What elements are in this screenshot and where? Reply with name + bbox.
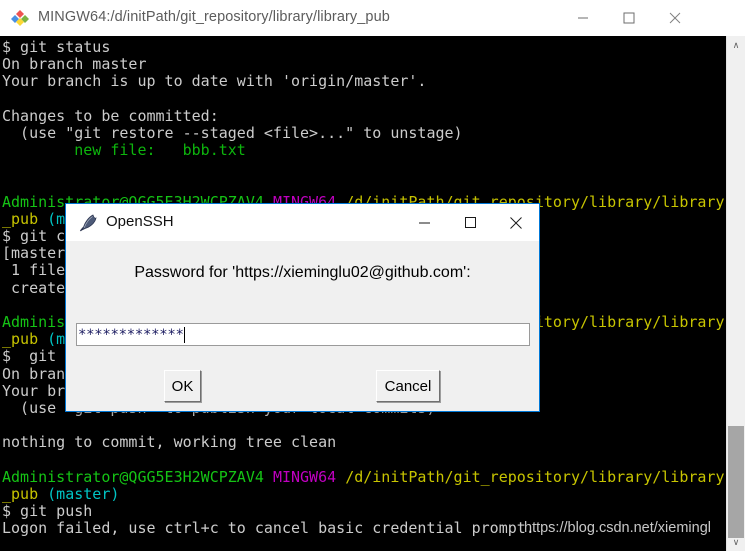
terminal-text: /d/initPath/git_repository/library/libra… (345, 467, 725, 486)
terminal-text: (master) (47, 484, 120, 503)
cancel-button[interactable]: Cancel (376, 370, 440, 402)
terminal-line: Administrator@QGG5E3H2WCPZAV4 MINGW64 /d… (2, 467, 727, 486)
terminal-text: new file: (2, 141, 183, 160)
terminal-line: (use "git restore --staged <file>..." to… (2, 123, 727, 142)
terminal-line: Changes to be committed: (2, 106, 727, 125)
scroll-up-arrow-icon[interactable]: ∧ (727, 36, 745, 54)
feather-quill-icon (78, 213, 98, 233)
terminal-line: new file: bbb.txt (2, 142, 727, 159)
dialog-close-button[interactable] (493, 204, 539, 241)
terminal-text: $ git status (2, 38, 111, 56)
maximize-icon (623, 12, 635, 24)
terminal-line: _pub (master) (2, 484, 727, 503)
terminal-text: _pub (2, 209, 39, 228)
close-icon (510, 216, 522, 229)
terminal-text: Logon failed, use ctrl+c to cancel basic… (2, 519, 535, 538)
terminal-text: (use "git restore --staged <file>..." to… (2, 123, 463, 142)
dialog-maximize-button[interactable] (447, 204, 493, 241)
window-titlebar: MINGW64:/d/initPath/git_repository/libra… (0, 0, 745, 37)
terminal-text: $ git push (2, 502, 93, 521)
screen: MINGW64:/d/initPath/git_repository/libra… (0, 0, 745, 551)
minimize-icon (578, 17, 588, 19)
terminal-line: $ git status (2, 38, 727, 56)
window-close-button[interactable] (652, 0, 698, 36)
git-bash-icon (11, 9, 29, 27)
scrollbar-thumb[interactable] (728, 426, 744, 538)
maximize-icon (464, 217, 476, 228)
password-masked-value: ************* (78, 326, 184, 343)
window-minimize-button[interactable] (560, 0, 606, 36)
terminal-scrollbar[interactable]: ∧ ∨ (726, 36, 745, 551)
text-caret (183, 326, 186, 343)
window-maximize-button[interactable] (606, 0, 652, 36)
terminal-text: _pub (2, 484, 39, 503)
terminal-text: Changes to be committed: (2, 106, 219, 125)
terminal-text: _pub (2, 330, 39, 349)
terminal-line: On branch master (2, 56, 727, 73)
terminal-text: MINGW64 (272, 467, 337, 486)
ok-button[interactable]: OK (164, 370, 201, 402)
terminal-text: nothing to commit, working tree clean (2, 433, 337, 452)
openssh-password-dialog: OpenSSH Password for 'https://xieminglu0… (65, 203, 540, 412)
terminal-text: Administrator@QGG5E3H2WCPZAV4 (2, 467, 264, 486)
terminal-text: On branch master (2, 55, 147, 74)
window-title: MINGW64:/d/initPath/git_repository/libra… (38, 9, 390, 25)
watermark-text: https://blog.csdn.net/xiemingl (524, 520, 711, 536)
password-input[interactable]: ************* (76, 323, 530, 346)
terminal-text: bbb.txt (182, 141, 246, 160)
dialog-titlebar: OpenSSH (66, 204, 539, 241)
dialog-title: OpenSSH (106, 213, 174, 230)
terminal-line: nothing to commit, working tree clean (2, 434, 727, 451)
minimize-icon (418, 222, 430, 224)
terminal-line: Your branch is up to date with 'origin/m… (2, 73, 727, 90)
terminal-line: $ git push (2, 502, 727, 521)
scroll-down-arrow-icon[interactable]: ∨ (727, 533, 745, 551)
close-icon (669, 12, 681, 24)
password-prompt-label: Password for 'https://xieminglu02@github… (134, 264, 471, 281)
terminal-text: Your branch is up to date with 'origin/m… (2, 72, 427, 91)
dialog-minimize-button[interactable] (401, 204, 447, 241)
